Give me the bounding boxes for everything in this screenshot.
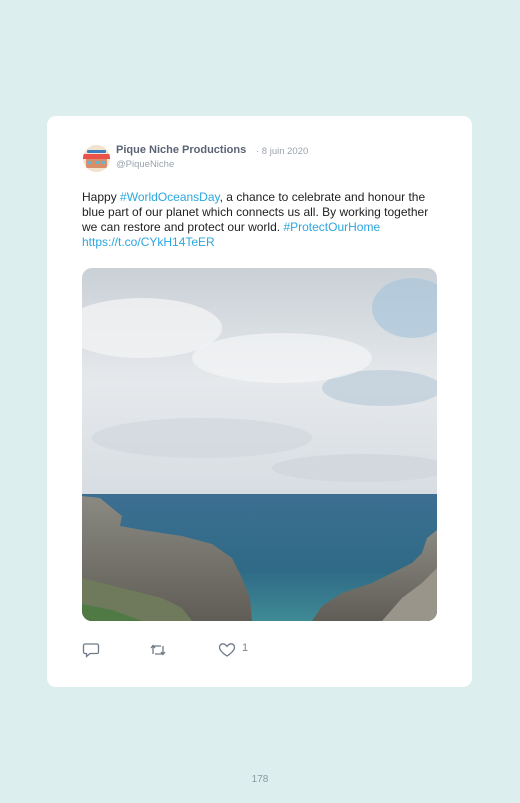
tweet-card: Pique Niche Productions · 8 juin 2020 @P… xyxy=(47,116,472,687)
like-count: 1 xyxy=(242,642,249,654)
author-handle[interactable]: @PiqueNiche xyxy=(116,159,174,170)
retweet-icon[interactable] xyxy=(149,641,169,659)
avatar[interactable] xyxy=(83,145,110,172)
tweet-date[interactable]: · 8 juin 2020 xyxy=(256,146,308,157)
hashtag-link[interactable]: #ProtectOurHome xyxy=(283,220,380,234)
url-link[interactable]: https://t.co/CYkH14TeER xyxy=(82,235,215,249)
hashtag-link[interactable]: #WorldOceansDay xyxy=(120,190,220,204)
tweet-text-part: Happy xyxy=(82,190,121,204)
reply-icon[interactable] xyxy=(82,641,102,659)
author-name[interactable]: Pique Niche Productions xyxy=(116,144,246,156)
tweet-actions: 1 xyxy=(82,641,282,661)
tweet-text: Happy #WorldOceansDay, a chance to celeb… xyxy=(82,190,442,250)
page-number: 178 xyxy=(251,774,269,785)
tweet-photo[interactable] xyxy=(82,268,437,621)
heart-icon[interactable] xyxy=(218,641,238,659)
